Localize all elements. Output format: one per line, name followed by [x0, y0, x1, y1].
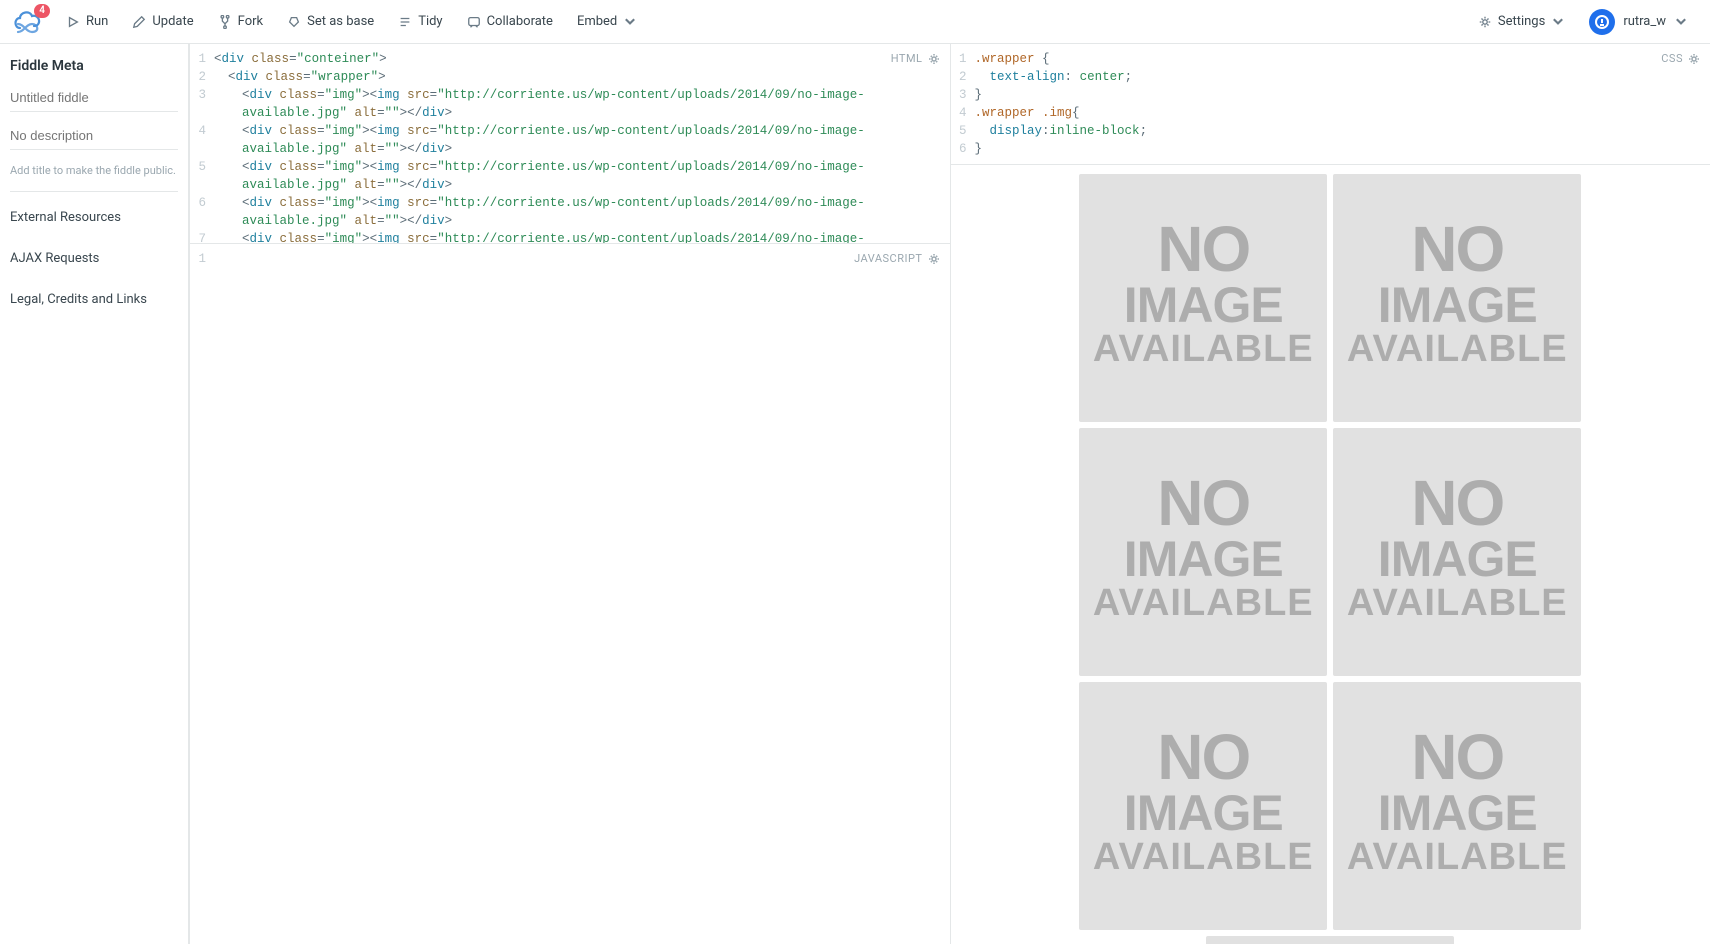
update-button[interactable]: Update: [122, 8, 203, 35]
ajax-requests-section[interactable]: AJAX Requests: [10, 243, 178, 274]
description-input[interactable]: [10, 122, 178, 150]
collaborate-button[interactable]: Collaborate: [457, 8, 563, 35]
gear-icon: [1478, 15, 1492, 29]
js-panel[interactable]: JAVASCRIPT 1: [189, 244, 950, 944]
gear-icon: [928, 253, 940, 265]
result-image: NOIMAGEAVAILABLE: [1079, 174, 1327, 422]
main: Fiddle Meta Add title to make the fiddle…: [0, 44, 1710, 944]
notification-badge[interactable]: 4: [34, 4, 50, 18]
html-panel-label[interactable]: HTML: [891, 52, 940, 65]
result-image: NOIMAGEAVAILABLE: [1333, 682, 1581, 930]
title-input[interactable]: [10, 84, 178, 112]
chevron-down-icon: [1551, 15, 1565, 29]
editor-panels: HTML 1234567 <div class="conteiner"><div…: [189, 44, 1710, 944]
result-image: NOIMAGEAVAILABLE: [1333, 174, 1581, 422]
external-resources-section[interactable]: External Resources: [10, 202, 178, 233]
gear-icon: [928, 53, 940, 65]
gear-icon: [1688, 53, 1700, 65]
topbar: 4 Run Update Fork Set as base Tidy Colla…: [0, 0, 1710, 44]
result-image: NOIMAGEAVAILABLE: [1079, 428, 1327, 676]
css-panel[interactable]: CSS 123456 .wrapper { text-align: center…: [950, 44, 1710, 944]
result-image: NOIMAGEAVAILABLE: [1333, 428, 1581, 676]
result-image: NOIMAGEAVAILABLE: [1079, 682, 1327, 930]
html-panel[interactable]: HTML 1234567 <div class="conteiner"><div…: [189, 44, 950, 244]
settings-button[interactable]: Settings: [1468, 8, 1575, 35]
chevron-down-icon: [623, 15, 637, 29]
sidebar: Fiddle Meta Add title to make the fiddle…: [0, 44, 189, 944]
embed-button[interactable]: Embed: [567, 8, 647, 35]
avatar: [1589, 9, 1615, 35]
result-image: NOIMAGEAVAILABLE: [1206, 936, 1454, 944]
code-area[interactable]: [214, 250, 950, 268]
tidy-button[interactable]: Tidy: [388, 8, 452, 35]
legal-section[interactable]: Legal, Credits and Links: [10, 284, 178, 315]
user-menu[interactable]: rutra_w: [1579, 3, 1698, 41]
js-panel-label[interactable]: JAVASCRIPT: [854, 252, 939, 265]
run-button[interactable]: Run: [56, 8, 118, 35]
result-panel: NOIMAGEAVAILABLENOIMAGEAVAILABLENOIMAGEA…: [951, 164, 1710, 944]
code-area[interactable]: <div class="conteiner"><div class="wrapp…: [214, 50, 950, 244]
fork-button[interactable]: Fork: [208, 8, 273, 35]
code-area[interactable]: .wrapper { text-align: center;}.wrapper …: [975, 50, 1710, 158]
css-panel-label[interactable]: CSS: [1661, 52, 1700, 65]
chevron-down-icon: [1674, 15, 1688, 29]
set-as-base-button[interactable]: Set as base: [277, 8, 384, 35]
fiddle-meta-heading: Fiddle Meta: [10, 58, 178, 74]
public-hint: Add title to make the fiddle public.: [10, 164, 178, 192]
gutter: 1234567: [190, 50, 214, 244]
logo[interactable]: 4: [12, 8, 44, 36]
gutter: 123456: [951, 50, 975, 158]
gutter: 1: [190, 250, 214, 268]
